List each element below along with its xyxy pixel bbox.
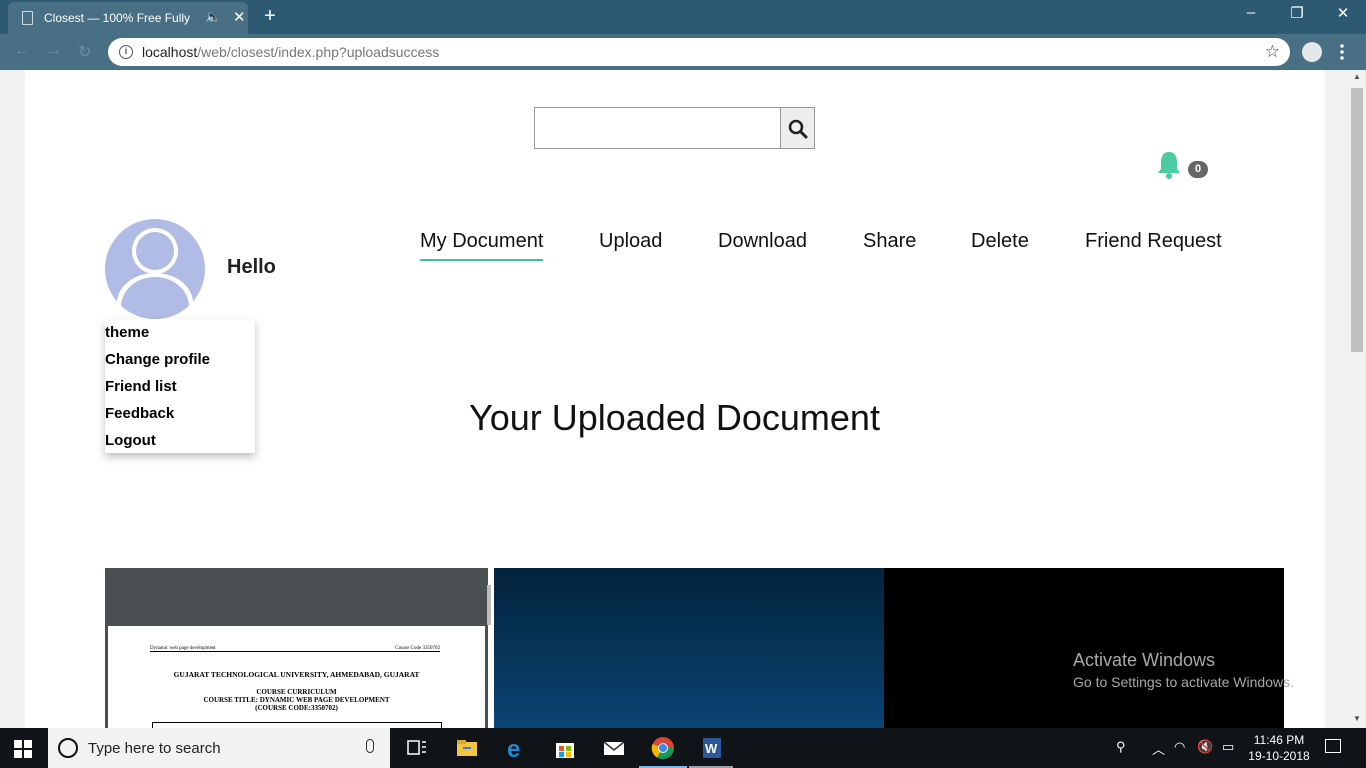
- search-button[interactable]: [780, 107, 815, 149]
- forward-arrow-icon[interactable]: →: [46, 42, 62, 60]
- page-scrollbar[interactable]: ▲ ▼: [1349, 70, 1366, 728]
- image-thumbnail: [494, 568, 884, 728]
- notification-center-icon[interactable]: [1325, 739, 1341, 753]
- nav-share[interactable]: Share: [863, 230, 916, 253]
- search-icon: [788, 119, 808, 139]
- activation-watermark: Activate Windows Go to Settings to activ…: [1073, 650, 1294, 690]
- doc-line: COURSE TITLE: DYNAMIC WEB PAGE DEVELOPME…: [203, 696, 390, 704]
- svg-text:e: e: [507, 736, 520, 760]
- address-bar[interactable]: i localhost/web/closest/index.php?upload…: [108, 38, 1290, 66]
- menu-item-logout[interactable]: Logout: [105, 427, 255, 454]
- people-icon[interactable]: ⚲: [1116, 739, 1126, 755]
- clock[interactable]: 11:46 PM 19-10-2018: [1242, 732, 1316, 764]
- windows-start-icon[interactable]: [14, 740, 32, 758]
- scroll-up-icon[interactable]: ▲: [1353, 72, 1361, 81]
- menu-item-friend-list[interactable]: Friend list: [105, 373, 255, 400]
- document-scrollbar[interactable]: [487, 585, 491, 625]
- speaker-muted-icon[interactable]: 🔈: [205, 9, 221, 25]
- browser-toolbar: ← → ↻ i localhost/web/closest/index.php?…: [0, 34, 1366, 70]
- url-text[interactable]: localhost/web/closest/index.php?uploadsu…: [142, 44, 439, 60]
- doc-line: (COURSE CODE:3350702): [255, 704, 338, 712]
- reload-icon[interactable]: ↻: [78, 42, 91, 62]
- greeting: Hello: [227, 256, 276, 278]
- info-icon[interactable]: i: [119, 45, 133, 59]
- bookmark-star-icon[interactable]: ☆: [1265, 42, 1280, 62]
- profile-dropdown: theme Change profile Friend list Feedbac…: [105, 319, 255, 453]
- menu-item-feedback[interactable]: Feedback: [105, 400, 255, 427]
- bell-icon[interactable]: [1156, 150, 1182, 180]
- edge-browser-icon[interactable]: e: [504, 736, 528, 760]
- tab-title: Closest — 100% Free Fully Re: [44, 11, 194, 25]
- back-arrow-icon[interactable]: ←: [14, 42, 30, 60]
- doc-header-left: Dynamic web page development: [150, 646, 216, 651]
- page-icon: [22, 11, 33, 25]
- restore-button[interactable]: ❐: [1274, 4, 1320, 22]
- doc-line: GUJARAT TECHNOLOGICAL UNIVERSITY, AHMEDA…: [173, 670, 420, 679]
- scroll-down-icon[interactable]: ▼: [1353, 714, 1361, 723]
- taskbar-search[interactable]: Type here to search: [48, 728, 390, 768]
- avatar[interactable]: [105, 219, 205, 319]
- minimize-button[interactable]: –: [1228, 4, 1274, 21]
- profile-avatar-icon[interactable]: [1302, 42, 1322, 62]
- browser-tabstrip: Closest — 100% Free Fully Re 🔈 ✕ + – ❐ ✕: [0, 0, 1366, 34]
- browser-viewport: 0 Hello My Document Upload Download Shar…: [0, 70, 1366, 728]
- nav-upload[interactable]: Upload: [599, 230, 662, 253]
- microphone-icon[interactable]: [366, 739, 374, 753]
- tab-close-icon[interactable]: ✕: [233, 8, 246, 26]
- page-content: 0 Hello My Document Upload Download Shar…: [25, 70, 1325, 728]
- nav-delete[interactable]: Delete: [971, 230, 1029, 253]
- menu-dots-icon[interactable]: [1340, 43, 1344, 61]
- document-preview: Dynamic web page development Course Code…: [108, 626, 485, 728]
- new-tab-button[interactable]: +: [258, 6, 282, 28]
- chevron-up-icon[interactable]: ︿: [1152, 739, 1165, 758]
- menu-item-theme[interactable]: theme: [105, 319, 255, 346]
- svg-text:W: W: [705, 741, 718, 756]
- wifi-icon[interactable]: ◠: [1174, 739, 1185, 755]
- taskbar: Type here to search e W ⚲ ︿ ◠ 🔇 ▭ 11:46 …: [0, 728, 1366, 768]
- cortana-icon: [58, 738, 78, 758]
- nav-download[interactable]: Download: [718, 230, 807, 253]
- browser-tab[interactable]: Closest — 100% Free Fully Re 🔈 ✕: [8, 2, 248, 34]
- document-card[interactable]: Dynamic web page development Course Code…: [105, 568, 491, 728]
- search-input[interactable]: [534, 107, 781, 149]
- word-icon[interactable]: W: [700, 736, 724, 760]
- scrollbar-thumb[interactable]: [1351, 88, 1363, 352]
- nav-friend-request[interactable]: Friend Request: [1085, 230, 1222, 253]
- notification-badge[interactable]: 0: [1188, 161, 1208, 178]
- speaker-muted-icon[interactable]: 🔇: [1197, 739, 1213, 755]
- page-title: Your Uploaded Document: [469, 397, 880, 438]
- nav-my-document[interactable]: My Document: [420, 230, 544, 261]
- taskbar-search-placeholder: Type here to search: [88, 740, 221, 757]
- task-view-icon[interactable]: [405, 736, 429, 760]
- battery-icon[interactable]: ▭: [1222, 739, 1234, 755]
- file-explorer-icon[interactable]: [455, 736, 479, 760]
- doc-header-right: Course Code 3350702: [395, 646, 440, 651]
- store-icon[interactable]: [553, 736, 577, 760]
- menu-item-change-profile[interactable]: Change profile: [105, 346, 255, 373]
- chrome-icon[interactable]: [651, 736, 675, 760]
- image-card[interactable]: [494, 568, 1284, 728]
- close-window-button[interactable]: ✕: [1320, 4, 1366, 22]
- mail-icon[interactable]: [602, 736, 626, 760]
- doc-line: COURSE CURRICULUM: [256, 688, 337, 696]
